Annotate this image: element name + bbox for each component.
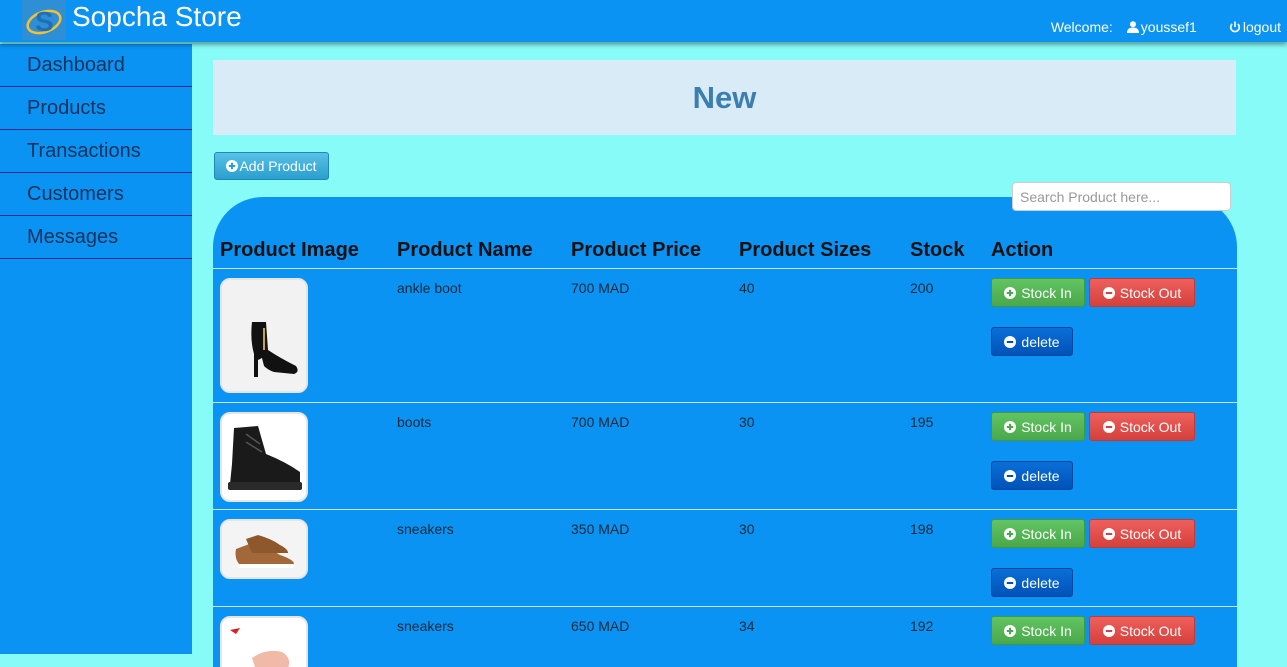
product-name: sneakers xyxy=(397,618,454,634)
plus-circle-icon xyxy=(226,160,239,172)
user-area: Welcome: youssef1 logout xyxy=(1051,19,1281,35)
logout-label: logout xyxy=(1242,19,1281,35)
stock-out-label: Stock Out xyxy=(1119,525,1182,542)
column-header-price[interactable]: Product Price xyxy=(571,239,701,262)
sidebar: Dashboard Products Transactions Customer… xyxy=(0,44,192,654)
product-price: 700 MAD xyxy=(571,414,630,430)
delete-label: delete xyxy=(1021,333,1060,350)
username-label: youssef1 xyxy=(1140,19,1197,35)
sidebar-item-dashboard[interactable]: Dashboard xyxy=(0,44,192,87)
boot-icon xyxy=(220,412,308,502)
stock-out-button[interactable]: Stock Out xyxy=(1089,278,1195,307)
stock-in-button[interactable]: Stock In xyxy=(991,278,1085,307)
stock-in-label: Stock In xyxy=(1021,622,1072,639)
column-header-action[interactable]: Action xyxy=(991,239,1053,262)
stock-out-button[interactable]: Stock Out xyxy=(1089,412,1195,441)
column-header-name[interactable]: Product Name xyxy=(397,239,533,262)
sidebar-item-messages[interactable]: Messages xyxy=(0,216,192,259)
table-row: ankle boot 700 MAD 40 200 Stock In Stock… xyxy=(213,269,1237,402)
minus-circle-icon xyxy=(1004,469,1017,482)
table-row: sneakers 650 MAD 34 192 Stock In Stock O… xyxy=(213,607,1237,667)
stock-in-button[interactable]: Stock In xyxy=(991,519,1085,548)
plus-circle-icon xyxy=(1004,527,1017,540)
product-price: 350 MAD xyxy=(571,521,630,537)
delete-button[interactable]: delete xyxy=(991,461,1073,490)
sneaker-brown-icon xyxy=(220,519,308,579)
sidebar-item-customers[interactable]: Customers xyxy=(0,173,192,216)
product-price: 700 MAD xyxy=(571,280,630,296)
stock-in-label: Stock In xyxy=(1021,418,1072,435)
product-name: sneakers xyxy=(397,521,454,537)
page-title: New xyxy=(692,80,757,115)
product-name: ankle boot xyxy=(397,280,462,296)
stock-in-button[interactable]: Stock In xyxy=(991,616,1085,645)
column-header-sizes[interactable]: Product Sizes xyxy=(739,239,871,262)
sidebar-item-transactions[interactable]: Transactions xyxy=(0,130,192,173)
delete-label: delete xyxy=(1021,467,1060,484)
stock-out-label: Stock Out xyxy=(1119,284,1182,301)
product-stock: 200 xyxy=(910,280,934,296)
minus-circle-icon xyxy=(1102,527,1115,540)
stock-out-label: Stock Out xyxy=(1119,622,1182,639)
column-header-image[interactable]: Product Image xyxy=(220,239,359,262)
column-header-stock[interactable]: Stock xyxy=(910,239,964,262)
product-stock: 198 xyxy=(910,521,934,537)
brand-title[interactable]: Sopcha Store xyxy=(72,1,242,33)
product-price: 650 MAD xyxy=(571,618,630,634)
power-icon xyxy=(1229,21,1240,33)
stock-in-label: Stock In xyxy=(1021,284,1072,301)
minus-circle-icon xyxy=(1102,624,1115,637)
delete-button[interactable]: delete xyxy=(991,327,1073,356)
delete-button[interactable]: delete xyxy=(991,568,1073,597)
product-stock: 195 xyxy=(910,414,934,430)
delete-label: delete xyxy=(1021,574,1060,591)
minus-circle-icon xyxy=(1102,286,1115,299)
plus-circle-icon xyxy=(1004,624,1017,637)
page-header: New xyxy=(213,60,1236,135)
minus-circle-icon xyxy=(1102,420,1115,433)
plus-circle-icon xyxy=(1004,286,1017,299)
product-sizes: 30 xyxy=(739,521,755,537)
minus-circle-icon xyxy=(1004,335,1017,348)
product-sizes: 34 xyxy=(739,618,755,634)
stock-in-button[interactable]: Stock In xyxy=(991,412,1085,441)
search-input[interactable] xyxy=(1012,182,1231,211)
product-name: boots xyxy=(397,414,432,430)
svg-text:S: S xyxy=(35,6,54,37)
products-table: Product Image Product Name Product Price… xyxy=(213,197,1237,667)
sidebar-item-products[interactable]: Products xyxy=(0,87,192,130)
stock-out-button[interactable]: Stock Out xyxy=(1089,616,1195,645)
stock-in-label: Stock In xyxy=(1021,525,1072,542)
welcome-label: Welcome: xyxy=(1050,19,1113,35)
stock-out-button[interactable]: Stock Out xyxy=(1089,519,1195,548)
minus-circle-icon xyxy=(1004,576,1017,589)
plus-circle-icon xyxy=(1004,420,1017,433)
top-navbar: S Sopcha Store Welcome: youssef1 logout xyxy=(0,0,1287,42)
sneaker-pink-icon xyxy=(220,616,308,667)
table-row: boots 700 MAD 30 195 Stock In Stock Out … xyxy=(213,403,1237,509)
user-link[interactable]: youssef1 xyxy=(1126,19,1197,35)
stock-out-label: Stock Out xyxy=(1119,418,1182,435)
logout-link[interactable]: logout xyxy=(1229,19,1281,35)
product-sizes: 30 xyxy=(739,414,755,430)
user-icon xyxy=(1126,21,1139,33)
add-product-label: Add Product xyxy=(239,158,317,174)
add-product-button[interactable]: Add Product xyxy=(214,152,329,180)
product-stock: 192 xyxy=(910,618,934,634)
product-sizes: 40 xyxy=(739,280,755,296)
store-logo-icon[interactable]: S xyxy=(22,0,66,40)
table-row: sneakers 350 MAD 30 198 Stock In Stock O… xyxy=(213,510,1237,606)
ankle-boot-icon xyxy=(220,278,308,393)
